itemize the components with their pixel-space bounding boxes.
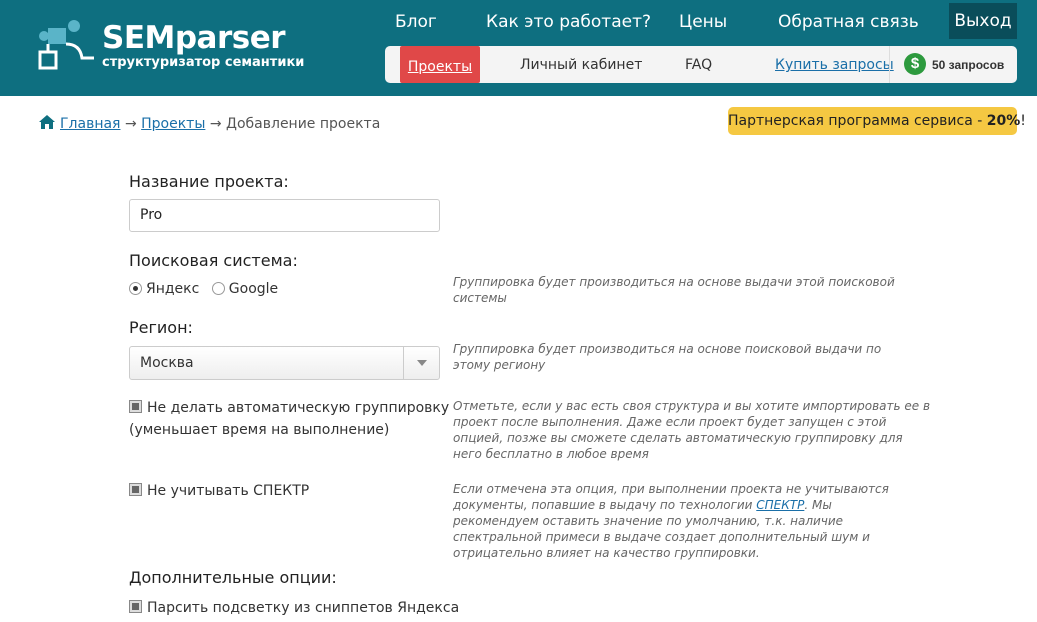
breadcrumb-projects[interactable]: Проекты — [141, 116, 205, 132]
partner-program-badge[interactable]: Партнерская программа сервиса - 20%! — [728, 107, 1026, 135]
chevron-down-icon[interactable] — [403, 347, 439, 379]
radio-yandex-label[interactable]: Яндекс — [146, 281, 199, 297]
radio-yandex[interactable] — [129, 282, 142, 295]
radio-google[interactable] — [211, 282, 225, 295]
logout-button[interactable]: Выход — [949, 3, 1017, 39]
radio-google-label[interactable]: Google — [229, 281, 278, 297]
project-name-label: Название проекта: — [129, 172, 289, 191]
tab-cabinet[interactable]: Личный кабинет — [520, 46, 642, 83]
partner-suffix: ! — [1020, 113, 1026, 129]
balance-count: 50 запросов — [932, 58, 1005, 72]
no-spectr-option: Не учитывать СПЕКТР — [129, 480, 309, 502]
spectr-hint: Если отмечена эта опция, при выполнении … — [453, 481, 918, 561]
buy-requests-link[interactable]: Купить запросы — [775, 46, 894, 83]
region-select[interactable]: Москва — [129, 346, 440, 380]
parse-highlight-checkbox[interactable] — [129, 600, 142, 613]
region-label: Регион: — [129, 318, 193, 337]
logo-tagline: структуризатор семантики — [102, 55, 305, 70]
project-name-input[interactable]: Pro — [129, 199, 440, 232]
search-engine-radios: Яндекс Google — [129, 281, 278, 299]
no-auto-group-label-2[interactable]: (уменьшает время на выполнение) — [129, 422, 389, 438]
engine-hint: Группировка будет производиться на основ… — [453, 275, 895, 305]
search-engine-label: Поисковая система: — [129, 251, 298, 270]
balance-widget[interactable]: $ 50 запросов — [889, 46, 1017, 83]
no-auto-group-checkbox[interactable] — [129, 400, 142, 413]
partner-percent: 20% — [986, 113, 1021, 129]
breadcrumb: Главная → Проекты → Добавление проекта — [38, 114, 380, 132]
no-spectr-checkbox[interactable] — [129, 483, 142, 496]
no-auto-group-option: Не делать автоматическую группировку (ум… — [129, 397, 449, 441]
parse-highlight-label[interactable]: Парсить подсветку из сниппетов Яндекса — [147, 600, 459, 616]
breadcrumb-separator: → — [209, 116, 222, 132]
nav-blog[interactable]: Блог — [395, 12, 437, 32]
no-auto-group-label-1[interactable]: Не делать автоматическую группировку — [147, 400, 449, 416]
breadcrumb-current: Добавление проекта — [226, 116, 381, 132]
tab-projects[interactable]: Проекты — [400, 46, 480, 83]
home-icon[interactable] — [38, 114, 56, 130]
top-nav: Блог Как это работает? Цены Обратная свя… — [0, 0, 1037, 42]
partner-text: Партнерская программа сервиса - — [728, 113, 987, 129]
nav-prices[interactable]: Цены — [679, 12, 727, 32]
spectr-link[interactable]: СПЕКТР — [756, 498, 804, 512]
tab-faq[interactable]: FAQ — [685, 46, 712, 83]
no-auto-group-hint: Отметьте, если у вас есть своя структура… — [453, 399, 931, 461]
nav-how-it-works[interactable]: Как это работает? — [486, 12, 651, 32]
breadcrumb-home[interactable]: Главная — [60, 116, 120, 132]
extra-options-label: Дополнительные опции: — [129, 568, 337, 587]
nav-feedback[interactable]: Обратная связь — [778, 12, 919, 32]
site-header: SEMparser структуризатор семантики Блог … — [0, 0, 1037, 96]
sub-nav: Проекты Личный кабинет FAQ Купить запрос… — [385, 46, 1017, 83]
region-hint: Группировка будет производиться на основ… — [453, 342, 882, 372]
no-spectr-label[interactable]: Не учитывать СПЕКТР — [147, 483, 309, 499]
breadcrumb-separator: → — [124, 116, 137, 132]
parse-highlight-option: Парсить подсветку из сниппетов Яндекса — [129, 597, 459, 619]
dollar-icon: $ — [904, 53, 926, 75]
region-value: Москва — [140, 355, 194, 371]
